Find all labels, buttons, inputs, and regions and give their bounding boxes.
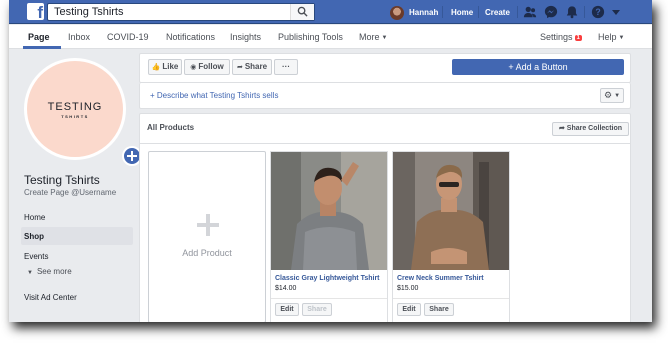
divider bbox=[584, 6, 585, 18]
logo-main-text: TESTING bbox=[47, 101, 103, 113]
settings-gear-button[interactable]: ⚙ ▼ bbox=[600, 88, 624, 103]
divider bbox=[140, 143, 630, 144]
product-image[interactable] bbox=[393, 152, 509, 270]
sidebar-item-home[interactable]: Home bbox=[24, 213, 45, 222]
caret-down-icon: ▼ bbox=[614, 93, 621, 99]
products-panel: All Products ➦ Share Collection Add Prod… bbox=[139, 113, 631, 322]
page-actions-bar: 👍 Like ◉ Follow ➦ Share ··· + Add a Button bbox=[139, 53, 631, 83]
search-input[interactable] bbox=[48, 4, 288, 20]
page-tabs: Page Inbox COVID-19 Notifications Insigh… bbox=[9, 25, 652, 49]
share-collection-label: Share Collection bbox=[566, 125, 623, 132]
divider bbox=[442, 6, 443, 18]
search-box bbox=[47, 3, 315, 21]
sidebar-item-label: Shop bbox=[24, 232, 44, 241]
edit-product-button[interactable]: Edit bbox=[397, 303, 421, 316]
product-photo-gray-tshirt bbox=[271, 152, 387, 270]
thumbs-up-icon: 👍 bbox=[151, 64, 161, 71]
user-name: Hannah bbox=[409, 8, 439, 17]
product-price: $15.00 bbox=[397, 285, 419, 292]
product-name[interactable]: Crew Neck Summer Tshirt bbox=[397, 275, 484, 282]
left-column: TESTING TSHIRTS Testing Tshirts Create P… bbox=[9, 50, 142, 322]
profile-link[interactable]: Hannah bbox=[390, 5, 438, 20]
plus-icon: + bbox=[150, 91, 157, 100]
facebook-logo-icon[interactable]: f bbox=[27, 3, 44, 22]
follow-label: Follow bbox=[198, 62, 224, 71]
tab-page[interactable]: Page bbox=[28, 32, 50, 42]
add-product-card[interactable]: Add Product bbox=[148, 151, 266, 322]
search-icon bbox=[297, 6, 308, 17]
share-product-button[interactable]: Share bbox=[424, 303, 454, 316]
share-arrow-icon: ➦ bbox=[558, 125, 567, 132]
product-name[interactable]: Classic Gray Lightweight Tshirt bbox=[275, 275, 380, 282]
product-image[interactable] bbox=[271, 152, 387, 270]
describe-shop-link[interactable]: + Describe what Testing Tshirts sells bbox=[150, 91, 278, 100]
help-link[interactable]: Help ▼ bbox=[598, 32, 624, 42]
add-a-button[interactable]: + Add a Button bbox=[452, 59, 624, 75]
add-product-plus-icon bbox=[197, 214, 219, 236]
avatar bbox=[390, 5, 404, 20]
caret-down-icon: ▼ bbox=[381, 35, 388, 41]
product-price: $14.00 bbox=[275, 285, 297, 292]
divider bbox=[517, 6, 518, 18]
help-icon[interactable]: ? bbox=[591, 5, 605, 19]
like-label: Like bbox=[162, 62, 179, 71]
tab-publishing-tools[interactable]: Publishing Tools bbox=[278, 32, 343, 42]
share-product-button[interactable]: Share bbox=[302, 303, 332, 316]
like-button[interactable]: 👍 Like bbox=[148, 59, 182, 75]
describe-label: Describe what Testing Tshirts sells bbox=[156, 91, 279, 100]
settings-link[interactable]: Settings 1 bbox=[540, 32, 582, 42]
tab-more-label: More bbox=[359, 32, 380, 42]
top-bar: f Hannah Home Create ? bbox=[9, 0, 652, 24]
sidebar-item-shop[interactable]: Shop bbox=[21, 227, 133, 245]
home-link[interactable]: Home bbox=[451, 8, 473, 17]
page-title: Testing Tshirts bbox=[24, 173, 100, 187]
gear-icon: ⚙ bbox=[603, 90, 613, 100]
divider bbox=[393, 298, 509, 299]
share-label: Share bbox=[244, 62, 268, 71]
facebook-window: f Hannah Home Create ? Page Inbox COVID-… bbox=[9, 0, 652, 322]
profile-logo: TESTING TSHIRTS bbox=[27, 61, 123, 157]
settings-badge: 1 bbox=[574, 35, 582, 41]
friends-icon[interactable] bbox=[523, 5, 537, 19]
dropdown-icon[interactable] bbox=[611, 7, 621, 17]
product-card[interactable]: Crew Neck Summer Tshirt $15.00 Edit Shar… bbox=[392, 151, 510, 322]
share-button[interactable]: ➦ Share bbox=[232, 59, 272, 75]
see-more-label: See more bbox=[36, 267, 72, 276]
profile-picture[interactable]: TESTING TSHIRTS bbox=[24, 58, 142, 166]
edit-product-button[interactable]: Edit bbox=[275, 303, 299, 316]
tab-insights[interactable]: Insights bbox=[230, 32, 261, 42]
tab-inbox[interactable]: Inbox bbox=[68, 32, 90, 42]
search-button[interactable] bbox=[290, 4, 314, 20]
share-collection-button[interactable]: ➦ Share Collection bbox=[552, 122, 629, 136]
rss-icon: ◉ bbox=[190, 64, 197, 71]
messenger-icon[interactable] bbox=[544, 5, 558, 19]
active-tab-indicator bbox=[23, 46, 61, 49]
tab-more[interactable]: More ▼ bbox=[359, 32, 387, 42]
product-photo-brown-tshirt bbox=[393, 152, 509, 270]
tab-notifications[interactable]: Notifications bbox=[166, 32, 215, 42]
svg-text:?: ? bbox=[595, 7, 600, 17]
tab-covid[interactable]: COVID-19 bbox=[107, 32, 149, 42]
create-link[interactable]: Create bbox=[485, 8, 510, 17]
more-options-button[interactable]: ··· bbox=[274, 59, 298, 75]
help-label: Help bbox=[598, 32, 617, 42]
sidebar-item-events[interactable]: Events bbox=[24, 252, 48, 261]
settings-label: Settings bbox=[540, 32, 573, 42]
divider bbox=[271, 298, 387, 299]
products-heading: All Products bbox=[147, 123, 195, 132]
product-card[interactable]: Classic Gray Lightweight Tshirt $14.00 E… bbox=[270, 151, 388, 322]
see-more-link[interactable]: ▼ See more bbox=[27, 267, 72, 276]
shop-description-bar: + Describe what Testing Tshirts sells ⚙ ▼ bbox=[139, 83, 631, 109]
share-arrow-icon: ➦ bbox=[236, 64, 243, 71]
add-product-label: Add Product bbox=[182, 248, 232, 258]
divider bbox=[478, 6, 479, 18]
follow-button[interactable]: ◉ Follow bbox=[184, 59, 230, 75]
caret-down-icon: ▼ bbox=[618, 35, 625, 41]
visit-ad-center-link[interactable]: Visit Ad Center bbox=[24, 293, 77, 302]
notifications-icon[interactable] bbox=[565, 5, 579, 19]
caret-down-icon: ▼ bbox=[27, 270, 33, 276]
create-username-link[interactable]: Create Page @Username bbox=[24, 188, 116, 197]
logo-sub-text: TSHIRTS bbox=[61, 114, 89, 119]
